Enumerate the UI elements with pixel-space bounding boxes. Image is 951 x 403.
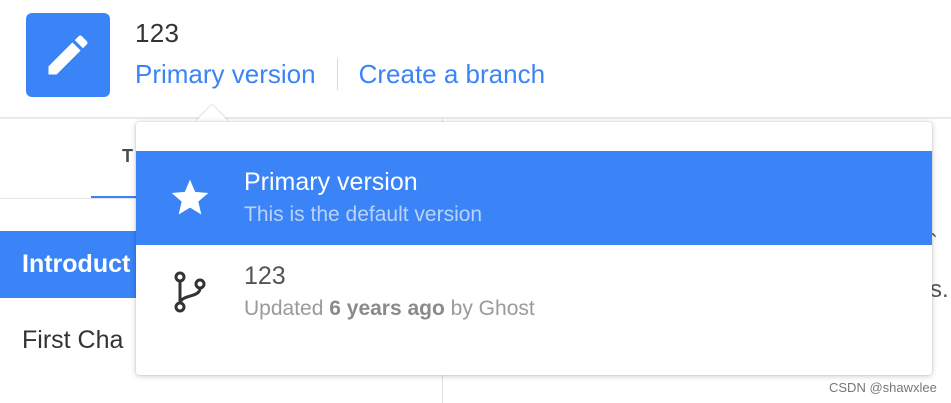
app-root: 123 Primary version Create a branch T In…: [0, 0, 951, 403]
version-title: Primary version: [244, 168, 418, 196]
updated-time: 6 years ago: [329, 297, 445, 320]
create-branch-link[interactable]: Create a branch: [359, 59, 545, 90]
content-text-fragment: s.: [930, 276, 949, 303]
version-dropdown: Primary version This is the default vers…: [136, 122, 932, 375]
version-item-branch[interactable]: 123 Updated 6 years ago by Ghost: [136, 245, 932, 339]
watermark: CSDN @shawxlee: [829, 380, 937, 395]
primary-version-link[interactable]: Primary version: [135, 59, 316, 90]
chapter-item[interactable]: First Cha: [22, 326, 142, 355]
version-subtitle: This is the default version: [244, 203, 483, 226]
sidebar-tab[interactable]: T: [122, 146, 133, 167]
pencil-icon: [48, 35, 88, 75]
link-divider: [336, 58, 338, 90]
version-title: 123: [244, 262, 286, 290]
version-updated-info: Updated 6 years ago by Ghost: [244, 293, 535, 325]
book-logo[interactable]: [26, 13, 110, 97]
version-item-primary[interactable]: Primary version This is the default vers…: [136, 151, 932, 245]
version-links: Primary version Create a branch: [135, 57, 545, 91]
updated-author: by Ghost: [450, 297, 535, 320]
branch-icon: [174, 271, 206, 313]
book-title: 123: [135, 18, 180, 48]
header-divider: [0, 117, 951, 119]
star-icon: [171, 179, 209, 215]
updated-prefix: Updated: [244, 297, 324, 320]
